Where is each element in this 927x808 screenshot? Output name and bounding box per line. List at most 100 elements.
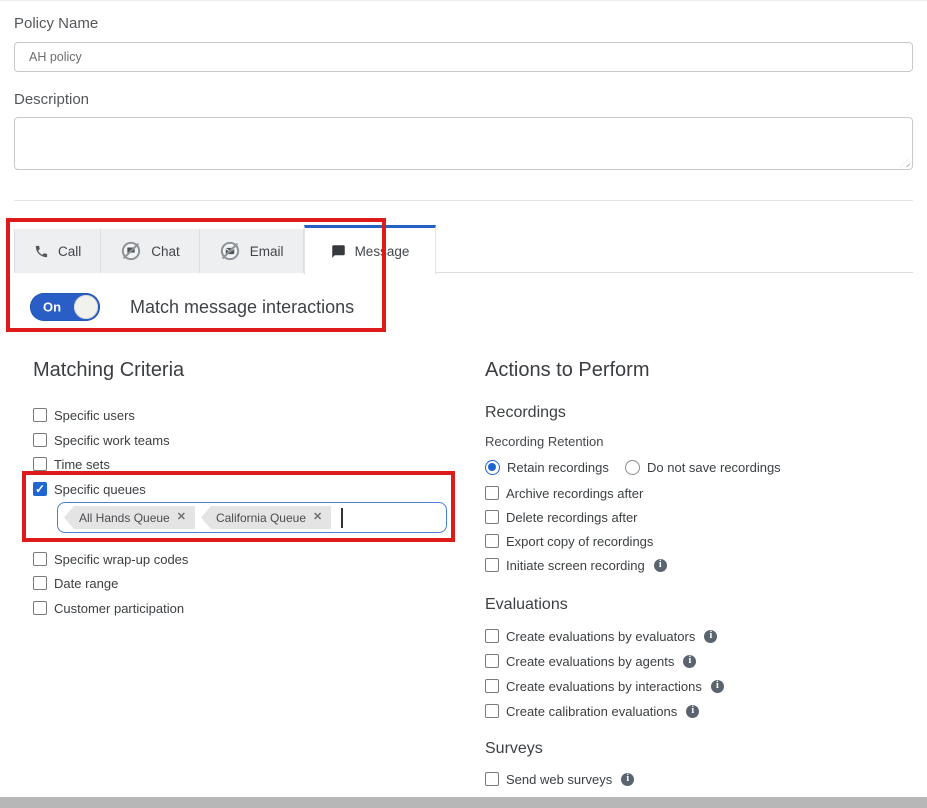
top-divider	[0, 0, 927, 1]
action-label: Send web surveys	[506, 772, 612, 787]
radio-label: Do not save recordings	[647, 460, 781, 475]
criteria-label: Specific work teams	[54, 433, 170, 448]
match-interactions-toggle[interactable]: On	[30, 293, 100, 321]
criteria-row-date-range[interactable]: Date range	[33, 575, 118, 591]
queue-tag-label: California Queue	[216, 511, 306, 525]
description-textarea-box	[14, 117, 913, 170]
match-interactions-label: Match message interactions	[130, 297, 354, 318]
checkbox-icon[interactable]	[485, 629, 499, 643]
criteria-row-specific-work-teams[interactable]: Specific work teams	[33, 432, 170, 448]
action-label: Create evaluations by interactions	[506, 679, 702, 694]
checkbox-icon[interactable]	[33, 601, 47, 615]
action-label: Archive recordings after	[506, 486, 643, 501]
tab-chat[interactable]: Chat	[101, 229, 200, 273]
criteria-label: Specific wrap-up codes	[54, 552, 188, 567]
checkbox-icon[interactable]	[485, 772, 499, 786]
queue-tag: California Queue ✕	[201, 506, 331, 529]
radio-retain-recordings[interactable]: Retain recordings	[485, 459, 609, 475]
checkbox-icon[interactable]	[33, 433, 47, 447]
match-toggle-row: On Match message interactions	[30, 293, 354, 321]
action-label: Initiate screen recording	[506, 558, 645, 573]
criteria-label: Specific users	[54, 408, 135, 423]
action-row-export[interactable]: Export copy of recordings	[485, 533, 653, 549]
tab-chat-label: Chat	[151, 244, 180, 259]
criteria-label: Date range	[54, 576, 118, 591]
tab-call-label: Call	[58, 244, 81, 259]
action-row-delete[interactable]: Delete recordings after	[485, 509, 638, 525]
description-textarea[interactable]	[15, 118, 912, 169]
info-icon[interactable]	[704, 630, 717, 643]
phone-icon	[34, 244, 49, 259]
checkbox-icon[interactable]	[485, 558, 499, 572]
description-label: Description	[14, 91, 89, 108]
tab-email-label: Email	[250, 244, 284, 259]
info-icon[interactable]	[683, 655, 696, 668]
matching-criteria-title: Matching Criteria	[33, 359, 184, 382]
queue-tag: All Hands Queue ✕	[64, 506, 195, 529]
queues-tag-input[interactable]: All Hands Queue ✕ California Queue ✕	[57, 502, 447, 533]
action-label: Create evaluations by evaluators	[506, 629, 695, 644]
checkbox-icon[interactable]	[485, 679, 499, 693]
evaluations-title: Evaluations	[485, 596, 568, 614]
action-label: Delete recordings after	[506, 510, 638, 525]
radio-label: Retain recordings	[507, 460, 609, 475]
tab-message-label: Message	[355, 244, 410, 259]
action-row-eval-interactions[interactable]: Create evaluations by interactions	[485, 678, 724, 694]
checkbox-icon[interactable]	[33, 408, 47, 422]
radio-selected-icon[interactable]	[485, 460, 500, 475]
remove-tag-icon[interactable]: ✕	[313, 512, 322, 523]
toggle-state-label: On	[43, 300, 61, 315]
info-icon[interactable]	[686, 705, 699, 718]
tab-message[interactable]: Message	[304, 225, 437, 274]
checkbox-icon[interactable]	[485, 654, 499, 668]
radio-icon[interactable]	[625, 460, 640, 475]
info-icon[interactable]	[621, 773, 634, 786]
checkbox-icon[interactable]	[33, 552, 47, 566]
message-bubble-icon	[331, 244, 346, 259]
info-icon[interactable]	[654, 559, 667, 572]
policy-name-input[interactable]	[14, 42, 913, 72]
media-type-tabs: Call Chat	[14, 224, 436, 273]
checkbox-icon[interactable]	[485, 486, 499, 500]
actions-title: Actions to Perform	[485, 359, 650, 382]
action-row-eval-evaluators[interactable]: Create evaluations by evaluators	[485, 628, 717, 644]
checkbox-icon[interactable]	[485, 510, 499, 524]
checkbox-icon[interactable]	[33, 576, 47, 590]
policy-editor-page: Policy Name Description Call Chat	[0, 0, 927, 808]
action-label: Export copy of recordings	[506, 534, 653, 549]
tab-email[interactable]: Email	[200, 229, 304, 273]
recording-retention-label: Recording Retention	[485, 434, 604, 449]
bottom-scrollbar[interactable]	[0, 797, 927, 808]
checkbox-checked-icon[interactable]	[33, 482, 47, 496]
action-row-eval-agents[interactable]: Create evaluations by agents	[485, 653, 696, 669]
chat-disabled-icon	[120, 240, 142, 262]
action-row-archive[interactable]: Archive recordings after	[485, 485, 643, 501]
criteria-row-specific-users[interactable]: Specific users	[33, 407, 135, 423]
email-disabled-icon	[219, 240, 241, 262]
criteria-row-specific-queues[interactable]: Specific queues	[33, 481, 146, 497]
action-row-calibration[interactable]: Create calibration evaluations	[485, 703, 699, 719]
checkbox-icon[interactable]	[485, 534, 499, 548]
criteria-label: Customer participation	[54, 601, 184, 616]
criteria-row-time-sets[interactable]: Time sets	[33, 456, 110, 472]
criteria-label: Time sets	[54, 457, 110, 472]
criteria-row-wrap-up-codes[interactable]: Specific wrap-up codes	[33, 551, 188, 567]
action-label: Create evaluations by agents	[506, 654, 674, 669]
checkbox-icon[interactable]	[33, 457, 47, 471]
toggle-knob[interactable]	[74, 295, 98, 319]
action-row-screen-recording[interactable]: Initiate screen recording	[485, 557, 667, 573]
checkbox-icon[interactable]	[485, 704, 499, 718]
policy-name-label: Policy Name	[14, 15, 98, 32]
action-label: Create calibration evaluations	[506, 704, 677, 719]
remove-tag-icon[interactable]: ✕	[177, 512, 186, 523]
criteria-row-customer-participation[interactable]: Customer participation	[33, 600, 184, 616]
info-icon[interactable]	[711, 680, 724, 693]
queue-tag-label: All Hands Queue	[79, 511, 170, 525]
text-cursor	[341, 508, 343, 528]
tab-call[interactable]: Call	[14, 229, 101, 273]
radio-do-not-save[interactable]: Do not save recordings	[625, 459, 781, 475]
criteria-label: Specific queues	[54, 482, 146, 497]
surveys-title: Surveys	[485, 740, 543, 758]
action-row-web-surveys[interactable]: Send web surveys	[485, 771, 634, 787]
recordings-title: Recordings	[485, 404, 566, 422]
